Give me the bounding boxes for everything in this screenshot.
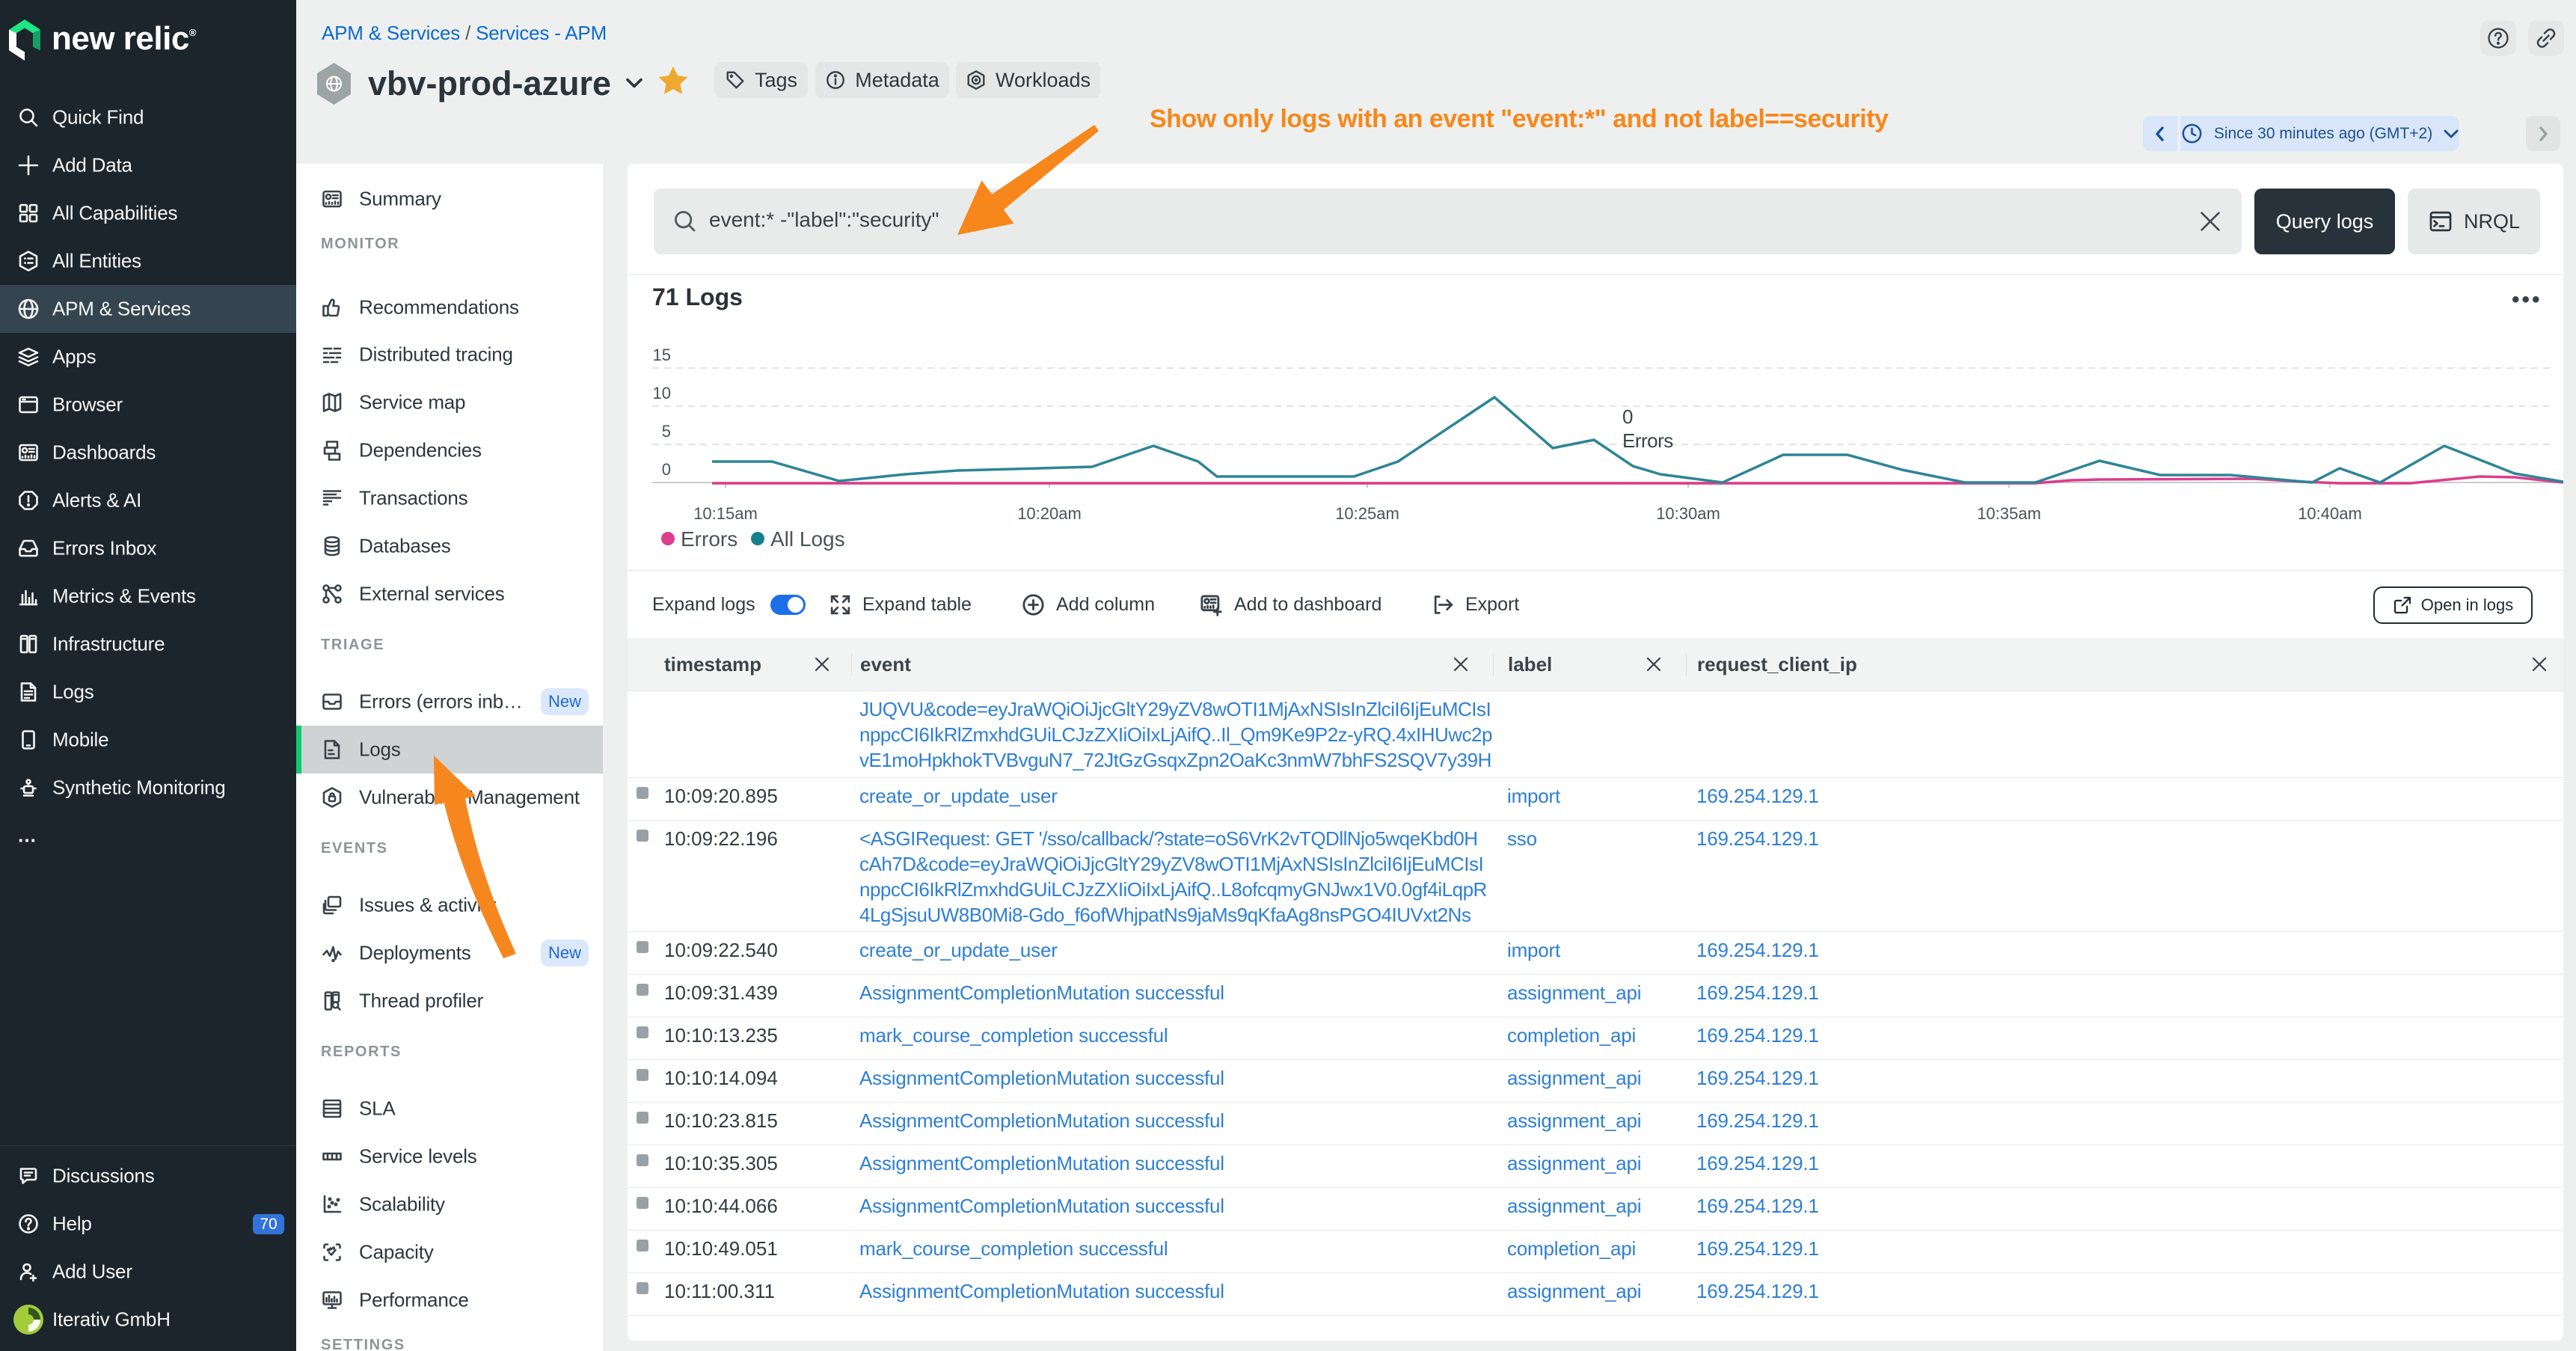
svg-text:10:15am: 10:15am <box>693 504 758 523</box>
svg-text:10:35am: 10:35am <box>1977 504 2041 523</box>
svg-text:10: 10 <box>653 384 671 402</box>
svg-text:5: 5 <box>662 422 671 441</box>
svg-text:0: 0 <box>662 460 671 479</box>
svg-text:0: 0 <box>1622 405 1633 428</box>
svg-text:15: 15 <box>653 346 671 364</box>
svg-text:10:20am: 10:20am <box>1017 504 1082 523</box>
svg-text:Errors: Errors <box>1622 429 1673 452</box>
svg-text:10:25am: 10:25am <box>1335 504 1399 523</box>
svg-text:10:30am: 10:30am <box>1656 504 1720 523</box>
svg-text:10:40am: 10:40am <box>2298 504 2362 523</box>
